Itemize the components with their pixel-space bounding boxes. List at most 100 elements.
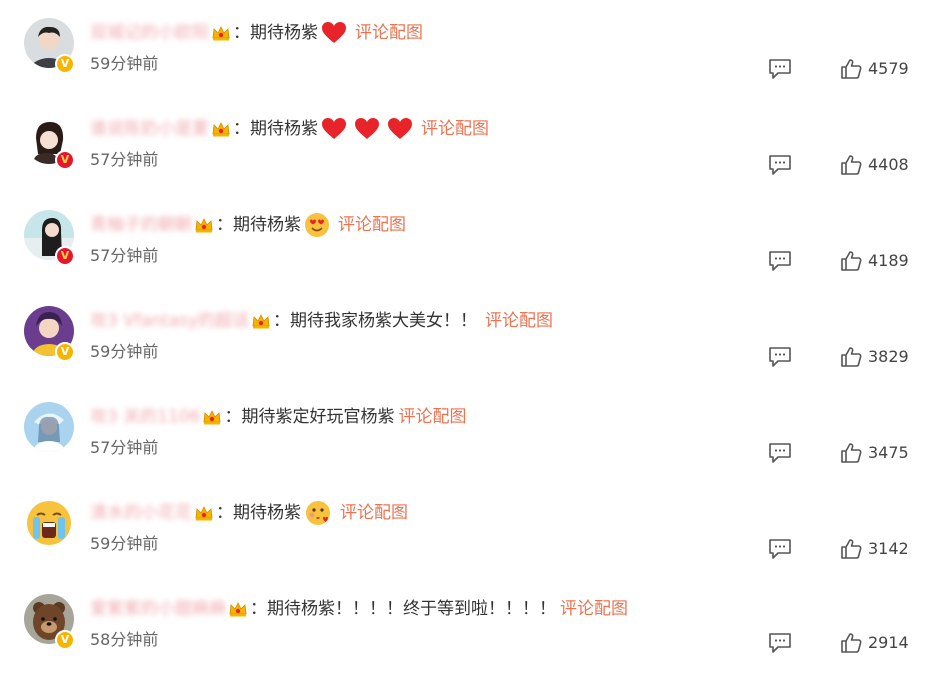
comment-line: 清水的小花花 ： 期待杨紫 评论配图 (90, 498, 408, 528)
like-button[interactable]: 4189 (840, 250, 909, 272)
comment-icon (769, 251, 791, 271)
comment-icon (769, 539, 791, 559)
comment-text: 期待杨紫 (233, 503, 301, 523)
crown-icon (194, 503, 214, 523)
comment-line: 攻3 Vfantasy的超话 ： 期待我家杨紫大美女！！ 评论配图 (90, 306, 553, 336)
comment-line: 双城记的小欧阳 ： 期待杨紫 评论配图 (90, 18, 423, 48)
crown-icon (211, 23, 231, 43)
crying-face-icon (24, 498, 74, 548)
like-button[interactable]: 4408 (840, 154, 909, 176)
heart-icon (387, 117, 413, 141)
username[interactable]: 谁说陈奶小是夏 (90, 114, 209, 144)
heart-icon (321, 21, 347, 45)
like-count: 4408 (868, 155, 909, 174)
comment-line: 青柚子的朝朝 ： 期待杨紫 评论配图 (90, 210, 406, 240)
timestamp: 58分钟前 (90, 630, 159, 649)
like-count: 2914 (868, 633, 909, 652)
comment-image-link[interactable]: 评论配图 (485, 306, 553, 336)
thumbs-up-icon (841, 443, 862, 463)
colon: ： (216, 215, 233, 235)
like-button[interactable]: 4579 (840, 58, 909, 80)
colon: ： (273, 311, 291, 331)
username[interactable]: 攻3 Vfantasy的超话 (90, 306, 249, 336)
verified-badge: V (55, 342, 75, 362)
comment-icon (769, 347, 791, 367)
username[interactable]: 青柚子的朝朝 (90, 210, 192, 240)
comment-text: 期待杨紫 (250, 23, 318, 43)
thumbs-up-icon (841, 633, 862, 653)
like-count: 3829 (868, 347, 909, 366)
comment-list: V 双城记的小欧阳 ： 期待杨紫 评论配图 59分钟前 4579 V 谁说陈奶小… (0, 0, 940, 675)
heart-icon (354, 117, 380, 141)
thumbs-up-icon (841, 59, 862, 79)
comment-item: V 双城记的小欧阳 ： 期待杨紫 评论配图 59分钟前 4579 (0, 18, 940, 114)
comment-image-link[interactable]: 评论配图 (398, 402, 466, 432)
like-button[interactable]: 3142 (840, 538, 909, 560)
timestamp: 59分钟前 (90, 54, 159, 73)
like-count: 4579 (868, 59, 909, 78)
verified-badge: V (55, 246, 75, 266)
reply-button[interactable] (768, 346, 792, 368)
comment-item: V 爱紫紫的小甜麻麻 ： 期待杨紫！！！！终于等到啦！！！！ 评论配图 58分钟… (0, 594, 940, 690)
verified-badge: V (55, 150, 75, 170)
username[interactable]: 攻3 关的1106 (90, 402, 200, 432)
comment-text: 期待杨紫 (250, 119, 318, 139)
comment-item: V 谁说陈奶小是夏 ： 期待杨紫 评论配图 57分钟前 4408 (0, 114, 940, 210)
username[interactable]: 双城记的小欧阳 (90, 18, 209, 48)
colon: ： (233, 23, 250, 43)
crown-icon (194, 215, 214, 235)
comment-image-link[interactable]: 评论配图 (340, 498, 408, 528)
like-count: 3475 (868, 443, 909, 462)
comment-image-link[interactable]: 评论配图 (560, 594, 628, 624)
comment-item: V 青柚子的朝朝 ： 期待杨紫 评论配图 57分钟前 4189 (0, 210, 940, 306)
timestamp: 57分钟前 (90, 246, 159, 265)
verified-badge: V (55, 54, 75, 74)
username[interactable]: 清水的小花花 (90, 498, 192, 528)
avatar[interactable] (24, 498, 74, 548)
crown-icon (228, 599, 248, 619)
timestamp: 59分钟前 (90, 342, 159, 361)
like-button[interactable]: 3475 (840, 442, 909, 464)
blue-girl-icon (24, 402, 74, 452)
colon: ： (224, 407, 242, 427)
crown-icon (211, 119, 231, 139)
heart-icon (321, 117, 347, 141)
reply-button[interactable] (768, 250, 792, 272)
comment-icon (769, 443, 791, 463)
comment-line: 攻3 关的1106 ： 期待紫定好玩官杨紫 评论配图 (90, 402, 466, 432)
reply-button[interactable] (768, 442, 792, 464)
comment-text: 期待杨紫！！！！终于等到啦！！！！ (267, 599, 556, 619)
comment-text: 期待杨紫 (233, 215, 301, 235)
kiss-face-emoji-icon (304, 499, 332, 527)
comment-text: 期待紫定好玩官杨紫 (241, 407, 395, 427)
comment-text: 期待我家杨紫大美女！！ (290, 311, 478, 331)
thumbs-up-icon (841, 539, 862, 559)
reply-button[interactable] (768, 154, 792, 176)
timestamp: 57分钟前 (90, 150, 159, 169)
avatar[interactable] (24, 402, 74, 452)
like-count: 3142 (868, 539, 909, 558)
colon: ： (250, 599, 267, 619)
verified-badge: V (55, 630, 75, 650)
comment-icon (769, 155, 791, 175)
like-button[interactable]: 2914 (840, 632, 909, 654)
colon: ： (233, 119, 250, 139)
timestamp: 57分钟前 (90, 438, 159, 457)
comment-item: V 攻3 Vfantasy的超话 ： 期待我家杨紫大美女！！ 评论配图 59分钟… (0, 306, 940, 402)
comment-image-link[interactable]: 评论配图 (355, 18, 423, 48)
crown-icon (251, 311, 271, 331)
comment-icon (769, 633, 791, 653)
reply-button[interactable] (768, 58, 792, 80)
reply-button[interactable] (768, 632, 792, 654)
comment-image-link[interactable]: 评论配图 (421, 114, 489, 144)
thumbs-up-icon (841, 155, 862, 175)
username[interactable]: 爱紫紫的小甜麻麻 (90, 594, 226, 624)
comment-line: 谁说陈奶小是夏 ： 期待杨紫 评论配图 (90, 114, 489, 144)
reply-button[interactable] (768, 538, 792, 560)
comment-image-link[interactable]: 评论配图 (338, 210, 406, 240)
comment-line: 爱紫紫的小甜麻麻 ： 期待杨紫！！！！终于等到啦！！！！ 评论配图 (90, 594, 628, 624)
crown-icon (202, 407, 222, 427)
thumbs-up-icon (841, 251, 862, 271)
comment-icon (769, 59, 791, 79)
like-button[interactable]: 3829 (840, 346, 909, 368)
